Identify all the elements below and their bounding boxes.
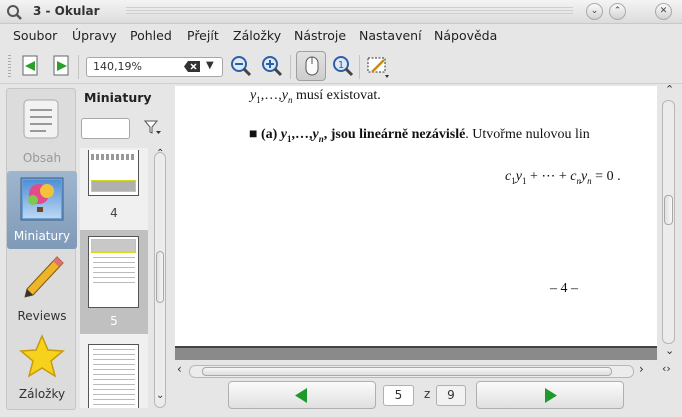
thumbnails-icon <box>20 177 64 221</box>
total-pages: 9 <box>436 385 466 406</box>
thumbnails-title: Miniatury <box>84 90 152 105</box>
document-view[interactable]: y1,…,yn musí existovat. ■ (a) y1,…,yn, j… <box>175 86 657 346</box>
zoom-in-icon[interactable] <box>259 53 285 79</box>
menu-nastaveni[interactable]: Nastavení <box>359 28 422 43</box>
menu-bar: Soubor Úpravy Pohled Přejít Záložky Nást… <box>0 24 682 47</box>
previous-page-button[interactable] <box>228 381 376 409</box>
sidebar: Obsah Miniatury Reviews Záložky <box>6 88 77 410</box>
document-vertical-track[interactable] <box>662 100 675 344</box>
title-grip <box>126 7 573 16</box>
window-title: 3 - Okular <box>33 4 100 18</box>
next-page-button[interactable] <box>476 381 624 409</box>
menu-pohled[interactable]: Pohled <box>130 28 172 43</box>
browse-mouse-icon <box>305 56 319 76</box>
toolbar-separator <box>290 55 291 79</box>
page-gap <box>175 346 657 360</box>
document-horizontal-handle[interactable] <box>202 367 612 376</box>
minimize-button[interactable]: ⌄ <box>586 3 603 20</box>
menu-prejit[interactable]: Přejít <box>187 28 219 43</box>
menu-soubor[interactable]: Soubor <box>13 28 57 43</box>
thumbnail-filter-input[interactable] <box>81 118 130 139</box>
thumbnail-number: 5 <box>110 314 118 328</box>
sidebar-item-label: Miniatury <box>13 229 71 243</box>
document-equation: c1y1 + ⋯ + cnyn = 0 . <box>505 169 621 186</box>
thumbnail-page-5[interactable] <box>88 236 139 308</box>
close-button[interactable]: ✕ <box>655 3 672 20</box>
menu-napoveda[interactable]: Nápověda <box>434 28 497 43</box>
page-of-label: z <box>424 387 431 401</box>
thumbnail-highlight <box>91 180 136 192</box>
zoom-value: 140,19% <box>93 60 142 73</box>
thumbnail-content <box>93 257 135 287</box>
sidebar-item-thumbnails[interactable]: Miniatury <box>7 171 77 249</box>
chevron-down-icon[interactable]: ▼ <box>206 60 214 71</box>
document-line-1: y1,…,yn musí existovat. <box>250 88 381 105</box>
sidebar-item-reviews[interactable]: Reviews <box>7 251 77 329</box>
clear-icon[interactable] <box>184 61 200 72</box>
page-next-icon[interactable] <box>48 53 74 79</box>
thumbnail-content <box>91 154 135 160</box>
menu-zalozky[interactable]: Záložky <box>233 28 281 43</box>
scroll-up-icon[interactable]: ⌃ <box>156 148 164 159</box>
toolbar-separator <box>78 55 79 79</box>
sidebar-item-contents[interactable]: Obsah <box>7 91 77 169</box>
scroll-right-icon[interactable]: › <box>639 362 644 376</box>
title-bar[interactable]: 3 - Okular ⌄ ⌃ ✕ <box>0 0 682 24</box>
thumbnail-highlight <box>91 239 136 253</box>
document-vertical-scrollbar[interactable]: ⌃ ⌄ <box>660 83 678 360</box>
page-previous-icon[interactable] <box>17 53 43 79</box>
toolbar-separator <box>359 55 360 79</box>
current-page-input[interactable]: 5 <box>383 385 414 406</box>
scroll-down-icon[interactable]: ⌄ <box>156 390 164 401</box>
maximize-button[interactable]: ⌃ <box>609 3 626 20</box>
filter-icon[interactable] <box>144 120 162 136</box>
scroll-left-icon[interactable]: ‹ <box>177 362 182 376</box>
thumbnail-page-4[interactable] <box>88 150 139 196</box>
thumbnail-scrollbar-handle[interactable] <box>156 251 164 303</box>
menu-nastroje[interactable]: Nástroje <box>294 28 346 43</box>
sidebar-item-label: Obsah <box>22 151 62 165</box>
thumbnail-list[interactable]: 4 5 <box>80 148 148 408</box>
thumbnail-content <box>93 349 135 408</box>
sidebar-item-label: Záložky <box>18 387 66 401</box>
contents-icon <box>23 99 59 139</box>
document-horizontal-track[interactable] <box>189 365 634 378</box>
toolbar-grip <box>8 55 11 77</box>
okular-app-icon <box>7 5 22 20</box>
browse-tool-button[interactable] <box>296 51 326 81</box>
document-vertical-handle[interactable] <box>664 195 673 225</box>
star-icon <box>19 334 65 378</box>
document-line-2: ■ (a) y1,…,yn, jsou lineárně nezávislé. … <box>249 127 590 144</box>
thumbnail-page-6[interactable] <box>88 344 139 408</box>
arrow-right-icon <box>545 388 557 403</box>
svg-text:1: 1 <box>338 60 344 71</box>
zoom-tool-icon[interactable]: 1 <box>330 53 356 79</box>
thumbnails-panel: Miniatury 4 5 ⌃ ⌄ <box>80 86 172 410</box>
arrow-left-icon <box>295 388 307 403</box>
scroll-down-icon[interactable]: ⌄ <box>665 344 674 357</box>
selection-tool-icon[interactable] <box>364 53 390 79</box>
thumbnail-number: 4 <box>110 206 118 220</box>
scroll-up-icon[interactable]: ⌃ <box>665 83 674 96</box>
document-page-number: – 4 – <box>550 281 578 296</box>
sidebar-item-label: Reviews <box>17 309 67 323</box>
menu-upravy[interactable]: Úpravy <box>72 28 117 43</box>
zoom-out-icon[interactable] <box>228 53 254 79</box>
sidebar-item-bookmarks[interactable]: Záložky <box>7 331 77 409</box>
pencil-icon <box>24 256 64 298</box>
thumbnail-scrollbar[interactable] <box>154 152 166 408</box>
document-horizontal-scrollbar[interactable]: ‹ › <box>175 362 660 380</box>
zoom-combobox[interactable]: 140,19% <box>86 57 223 77</box>
scroll-corner-icon: ‹› <box>662 362 671 375</box>
